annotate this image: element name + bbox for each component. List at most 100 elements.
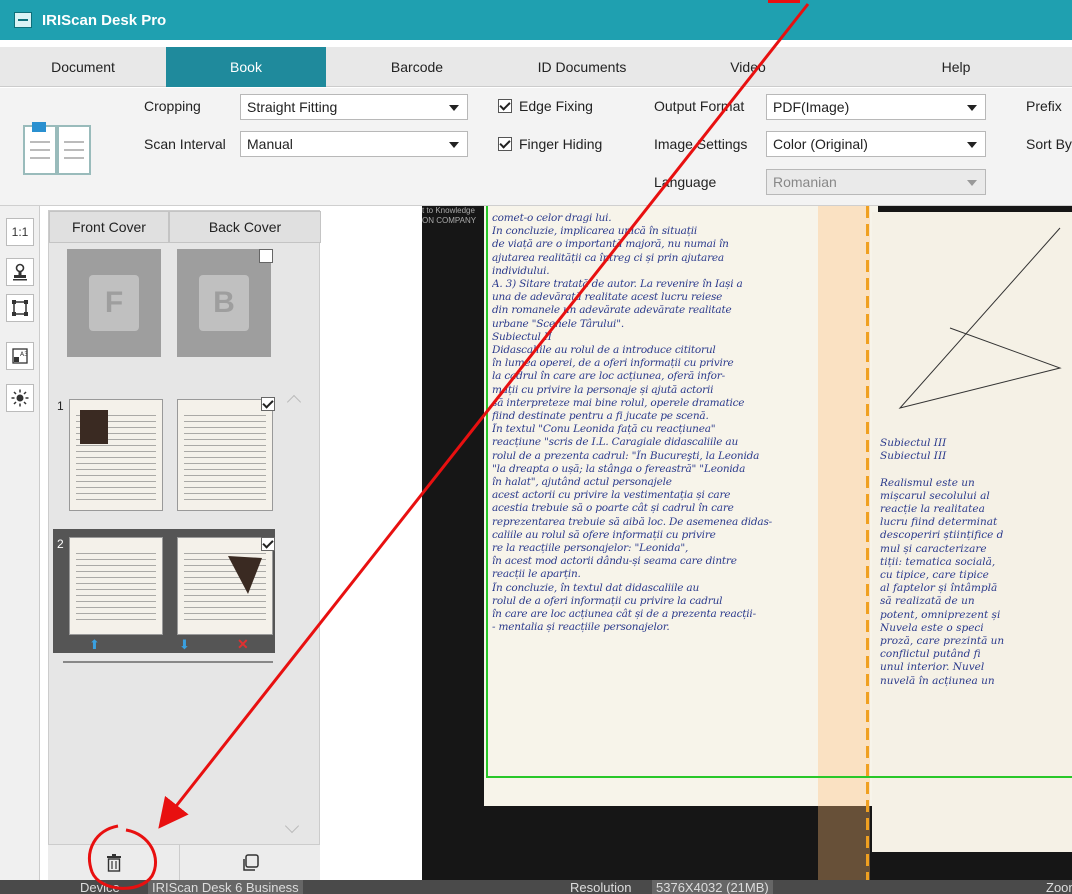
image-settings-select[interactable]: Color (Original) xyxy=(766,131,986,157)
page-1-checkbox[interactable] xyxy=(261,397,275,411)
text-line: reprezentarea trebuie să aibă loc. De as… xyxy=(492,515,772,528)
text-line: acestia trebuie să o poarte cât și cadru… xyxy=(492,502,734,515)
stamp-icon[interactable] xyxy=(6,258,34,286)
output-format-label: Output Format xyxy=(654,98,745,114)
chevron-down-icon xyxy=(967,142,977,148)
app-icon xyxy=(14,12,32,28)
text-line: să interpreteze mai bine rolul, operele … xyxy=(492,396,745,409)
scroll-up-icon[interactable] xyxy=(286,394,302,410)
actual-size-button[interactable]: 1:1 xyxy=(6,218,34,246)
text-line: "la dreapta o ușă; la stânga o fereastră… xyxy=(492,462,746,475)
text-line: reacțiune "scris de I.L. Caragiale didas… xyxy=(492,436,739,449)
text-line: cu tipice, care tipice xyxy=(880,569,989,582)
cropping-select[interactable]: Straight Fitting xyxy=(240,94,468,120)
resolution-select[interactable]: 5376X4032 (21MB) xyxy=(652,880,773,894)
front-cover-thumbnail[interactable]: F xyxy=(67,249,161,357)
title-bar: IRIScan Desk Pro xyxy=(0,0,1072,40)
text-line: în acest mod actorii dându-și seama care… xyxy=(492,555,737,568)
language-select[interactable]: Romanian xyxy=(766,169,986,195)
tab-barcode[interactable]: Barcode xyxy=(326,47,508,87)
text-line: Realismul este un xyxy=(880,476,975,489)
brightness-icon[interactable] xyxy=(6,384,34,412)
thumbnail-panel: Front Cover Back Cover F B 1 2 ⬆ ⬇ ✕ xyxy=(48,210,321,888)
page-thumbnail-1-right[interactable] xyxy=(177,399,273,511)
text-line: potent, omniprezent și xyxy=(880,608,1001,621)
text-line: ajutarea realității ca întreg ci și prin… xyxy=(492,251,724,264)
text-line: descoperiri științifice d xyxy=(880,529,1004,542)
gutter-highlight xyxy=(818,206,870,880)
image-settings-label: Image Settings xyxy=(654,136,748,152)
back-cover-button[interactable]: Back Cover xyxy=(169,211,321,243)
crop-icon[interactable] xyxy=(6,294,34,322)
page-thumbnail-1-left[interactable] xyxy=(69,399,163,511)
right-page: Subiectul III Subiectul III Realismul est… xyxy=(872,212,1072,852)
scroll-down-icon[interactable] xyxy=(284,818,300,834)
chevron-down-icon xyxy=(449,142,459,148)
gutter-line[interactable] xyxy=(866,206,869,880)
text-line: fiind destinate pentru a fi jucate pe sc… xyxy=(492,410,709,423)
tab-document[interactable]: Document xyxy=(0,47,166,87)
text-line: al faptelor și întâmplă xyxy=(880,582,998,595)
tab-help[interactable]: Help xyxy=(840,47,1072,87)
text-line: reacție la realitatea xyxy=(880,503,985,516)
delete-page-icon[interactable]: ✕ xyxy=(237,637,251,651)
edge-text: t to Knowledge ON COMPANY xyxy=(422,206,477,225)
front-cover-button[interactable]: Front Cover xyxy=(49,211,169,243)
cropping-label: Cropping xyxy=(144,98,201,114)
text-line: din romanele un adevărate adevărate real… xyxy=(492,304,732,317)
scan-preview[interactable]: t to Knowledge ON COMPANY comet-o celor d… xyxy=(422,206,1072,880)
copy-button[interactable] xyxy=(180,845,320,881)
zoom-label: Zoom xyxy=(1046,880,1072,894)
book-mode-icon xyxy=(23,122,91,175)
sort-by-label: Sort By xyxy=(1026,136,1072,152)
move-down-icon[interactable]: ⬇ xyxy=(179,638,190,651)
tab-book[interactable]: Book xyxy=(166,47,326,87)
text-line: mișcarul secolului al xyxy=(880,489,990,502)
trash-button[interactable] xyxy=(48,845,180,881)
ribbon: Cropping Straight Fitting Scan Interval … xyxy=(0,88,1072,206)
scan-interval-select[interactable]: Manual xyxy=(240,131,468,157)
text-line: de viață are o importanță majoră, nu num… xyxy=(492,238,729,251)
tab-video[interactable]: Video xyxy=(656,47,840,87)
a3-icon[interactable]: A3 xyxy=(6,342,34,370)
text-line: nuvelă în acțiunea un xyxy=(880,674,995,687)
text-line: re la reacțiile personajelor: "Leonida", xyxy=(492,542,689,555)
thumbnail-action-bar xyxy=(48,844,320,881)
crop-edge-bottom[interactable] xyxy=(486,776,1072,778)
device-select[interactable]: IRIScan Desk 6 Business xyxy=(148,880,303,894)
text-line: rolul de a prezenta cadrul: "În Bucureşt… xyxy=(492,449,760,462)
text-line: În textul "Conu Leonida față cu reacțiun… xyxy=(492,423,716,436)
chevron-down-icon xyxy=(449,105,459,111)
edge-fixing-checkbox[interactable]: Edge Fixing xyxy=(498,98,593,114)
text-line: individului. xyxy=(492,264,550,277)
window-title: IRIScan Desk Pro xyxy=(42,11,167,29)
text-line: Subiectul II xyxy=(492,330,552,343)
back-cover-thumbnail[interactable]: B xyxy=(177,249,271,357)
tab-id-documents[interactable]: ID Documents xyxy=(508,47,656,87)
text-line: rolul de a oferi informații cu privire l… xyxy=(492,594,723,607)
left-toolbar: 1:1 A3 xyxy=(0,206,40,888)
prefix-label: Prefix xyxy=(1026,98,1062,114)
text-line: acest actorii cu privire la vestimentați… xyxy=(492,489,731,502)
back-cover-letter: B xyxy=(199,275,249,331)
text-line: Nuvela este o speci xyxy=(880,621,984,634)
checkbox-checked-icon xyxy=(498,137,512,151)
text-line: mul și caracterizare xyxy=(880,542,987,555)
scroll-track[interactable] xyxy=(63,661,273,663)
move-up-icon[interactable]: ⬆ xyxy=(89,638,100,651)
text-line: In concluzie, implicarea unică în situaț… xyxy=(492,225,698,238)
page-thumbnail-2-left[interactable] xyxy=(69,537,163,635)
finger-hiding-checkbox[interactable]: Finger Hiding xyxy=(498,136,602,152)
crop-edge-left[interactable] xyxy=(486,206,488,778)
handwritten-text: comet-o celor dragi lui. In concluzie, im… xyxy=(492,212,872,635)
text-line: în halat", ajutând actul personajele xyxy=(492,476,672,489)
text-line xyxy=(880,463,1068,476)
output-format-select[interactable]: PDF(Image) xyxy=(766,94,986,120)
text-line: În concluzie, în textul dat didascaliile… xyxy=(492,581,700,594)
page-2-checkbox[interactable] xyxy=(261,537,275,551)
page-number: 1 xyxy=(57,399,64,413)
main-tabs: Document Book Barcode ID Documents Video… xyxy=(0,47,1072,87)
back-cover-checkbox[interactable] xyxy=(259,249,273,263)
text-line: Subiectul III xyxy=(880,450,947,463)
page-thumbnail-2-right[interactable] xyxy=(177,537,273,635)
